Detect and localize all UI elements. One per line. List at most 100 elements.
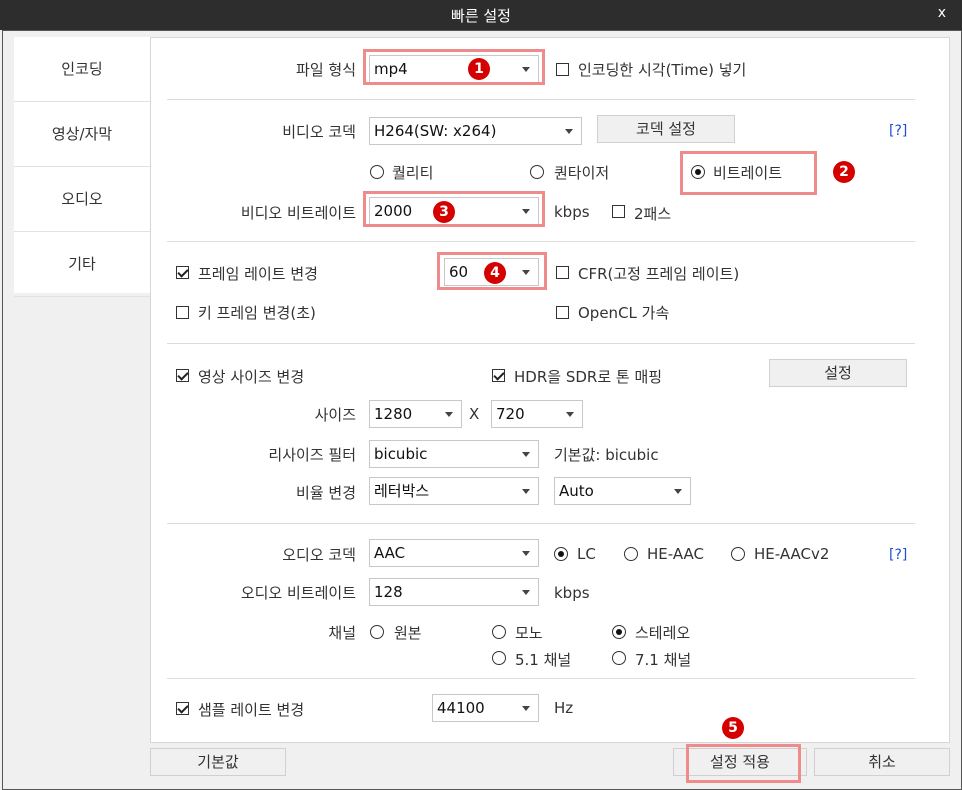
- ratio-mode-select[interactable]: Auto: [554, 477, 691, 505]
- chevron-down-icon: [522, 489, 530, 494]
- channel-51-label: 5.1 채널: [515, 651, 572, 669]
- highlight-box-5: [686, 744, 801, 783]
- channel-71-radio[interactable]: [612, 651, 626, 665]
- hz-label: Hz: [554, 699, 574, 717]
- ratio-select[interactable]: 레터박스: [369, 477, 539, 505]
- video-bitrate-label: 비디오 비트레이트: [240, 204, 356, 222]
- badge-5: 5: [722, 717, 744, 739]
- audio-help-link[interactable]: [?]: [889, 547, 907, 563]
- hdr-settings-button[interactable]: 설정: [769, 359, 907, 387]
- time-stamp-label: 인코딩한 시각(Time) 넣기: [578, 61, 747, 79]
- default-button[interactable]: 기본값: [150, 748, 286, 776]
- cfr-label: CFR(고정 프레임 레이트): [578, 265, 740, 283]
- quantizer-label: 퀀타이저: [554, 164, 610, 182]
- he-aacv2-radio[interactable]: [731, 547, 745, 561]
- sample-rate-label: 샘플 레이트 변경: [198, 701, 305, 719]
- filter-default-text: 기본값: bicubic: [554, 446, 659, 464]
- two-pass-label: 2패스: [634, 205, 672, 223]
- hdr-to-sdr-checkbox[interactable]: [492, 369, 505, 382]
- divider: [167, 99, 915, 100]
- keyframe-checkbox[interactable]: [176, 306, 189, 319]
- size-change-checkbox[interactable]: [176, 369, 189, 382]
- size-change-label: 영상 사이즈 변경: [198, 368, 305, 386]
- audio-bitrate-label: 오디오 비트레이트: [240, 584, 356, 602]
- chevron-down-icon: [522, 452, 530, 457]
- channel-stereo-label: 스테레오: [635, 624, 691, 642]
- size-label: 사이즈: [314, 406, 356, 424]
- video-codec-value: H264(SW: x264): [374, 122, 497, 140]
- framerate-change-checkbox[interactable]: [176, 266, 189, 279]
- quick-settings-window: 빠른 설정 x 인코딩 영상/자막 오디오 기타 파일 형식 mp4 1 인코딩…: [0, 0, 962, 790]
- audio-codec-value: AAC: [374, 544, 406, 562]
- cfr-checkbox[interactable]: [556, 266, 569, 279]
- he-aac-label: HE-AAC: [647, 545, 704, 563]
- channel-stereo-radio[interactable]: [612, 625, 626, 639]
- badge-3: 3: [433, 201, 455, 223]
- quality-label: 퀄리티: [392, 164, 434, 182]
- time-stamp-checkbox[interactable]: [556, 63, 569, 76]
- audio-kbps-label: kbps: [554, 584, 590, 602]
- file-format-label: 파일 형식: [296, 61, 356, 79]
- video-help-link[interactable]: [?]: [889, 123, 907, 139]
- channel-original-label: 원본: [394, 624, 422, 642]
- sidebar: 인코딩 영상/자막 오디오 기타: [14, 37, 151, 297]
- channel-71-label: 7.1 채널: [635, 651, 692, 669]
- lc-radio[interactable]: [554, 547, 568, 561]
- channel-mono-label: 모노: [515, 624, 543, 642]
- audio-codec-label: 오디오 코덱: [282, 546, 356, 564]
- width-select[interactable]: 1280: [369, 400, 462, 428]
- highlight-box-1: [363, 49, 545, 85]
- resize-filter-value: bicubic: [374, 445, 428, 463]
- ratio-label: 비율 변경: [296, 484, 356, 502]
- badge-1: 1: [468, 58, 490, 80]
- chevron-down-icon: [674, 489, 682, 494]
- title-bar: 빠른 설정 x: [0, 0, 962, 30]
- chevron-down-icon: [522, 551, 530, 556]
- resize-filter-select[interactable]: bicubic: [369, 440, 539, 468]
- chevron-down-icon: [445, 412, 453, 417]
- opencl-checkbox[interactable]: [556, 306, 569, 319]
- hdr-to-sdr-label: HDR을 SDR로 톤 매핑: [514, 368, 663, 386]
- audio-codec-select[interactable]: AAC: [369, 539, 539, 567]
- channel-51-radio[interactable]: [492, 651, 506, 665]
- ratio-value: 레터박스: [374, 482, 430, 500]
- channel-original-radio[interactable]: [370, 625, 384, 639]
- codec-settings-button[interactable]: 코덱 설정: [597, 115, 735, 143]
- he-aac-radio[interactable]: [624, 547, 638, 561]
- chevron-down-icon: [565, 129, 573, 134]
- highlight-box-2: [680, 151, 817, 195]
- framerate-change-label: 프레임 레이트 변경: [198, 265, 318, 283]
- divider: [167, 343, 915, 344]
- opencl-label: OpenCL 가속: [578, 304, 670, 322]
- sample-rate-value: 44100: [437, 699, 485, 717]
- height-value: 720: [496, 405, 525, 423]
- chevron-down-icon: [522, 590, 530, 595]
- size-separator: X: [469, 405, 480, 423]
- he-aacv2-label: HE-AACv2: [754, 545, 830, 563]
- window-title: 빠른 설정: [451, 7, 511, 25]
- channel-label: 채널: [328, 624, 356, 642]
- height-select[interactable]: 720: [491, 400, 583, 428]
- sidebar-item-audio[interactable]: 오디오: [14, 167, 150, 232]
- quantizer-radio[interactable]: [530, 165, 544, 179]
- cancel-button[interactable]: 취소: [814, 748, 950, 776]
- sidebar-item-encoding[interactable]: 인코딩: [14, 37, 150, 102]
- resize-filter-label: 리사이즈 필터: [268, 446, 356, 464]
- divider: [167, 241, 915, 242]
- channel-mono-radio[interactable]: [492, 625, 506, 639]
- close-icon[interactable]: x: [938, 5, 946, 21]
- chevron-down-icon: [522, 706, 530, 711]
- badge-4: 4: [484, 262, 506, 284]
- lc-label: LC: [577, 545, 596, 563]
- audio-bitrate-select[interactable]: 128: [369, 578, 539, 606]
- sample-rate-checkbox[interactable]: [176, 702, 189, 715]
- sidebar-item-etc[interactable]: 기타: [14, 232, 150, 297]
- video-codec-select[interactable]: H264(SW: x264): [369, 117, 582, 145]
- quality-radio[interactable]: [370, 165, 384, 179]
- video-codec-label: 비디오 코덱: [282, 123, 356, 141]
- two-pass-checkbox[interactable]: [612, 205, 625, 218]
- keyframe-label: 키 프레임 변경(초): [198, 304, 316, 322]
- sidebar-item-video-subtitle[interactable]: 영상/자막: [14, 102, 150, 167]
- video-kbps-label: kbps: [554, 203, 590, 221]
- sample-rate-select[interactable]: 44100: [432, 694, 539, 722]
